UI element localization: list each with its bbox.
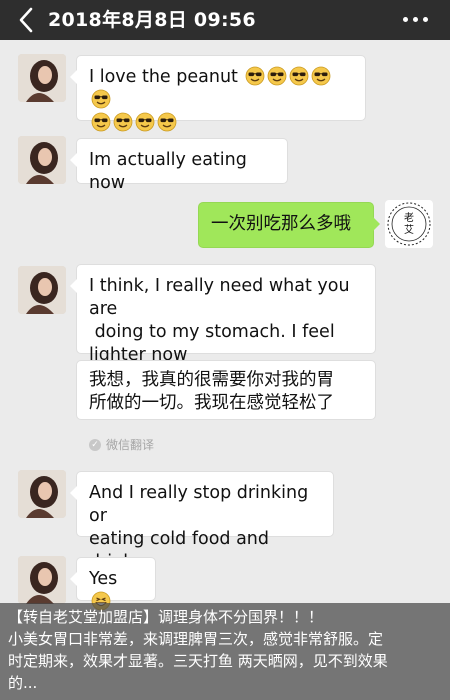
sunglasses-emoji-icon bbox=[268, 66, 287, 86]
translation-line: 所做的一切。我现在感觉轻松了 bbox=[89, 393, 334, 413]
caption-line: 的... bbox=[8, 674, 38, 692]
contact-avatar[interactable] bbox=[18, 54, 66, 102]
message-bubble: I think, I really need what you are doin… bbox=[70, 264, 376, 365]
translation-source: ✓ 微信翻译 bbox=[89, 436, 154, 453]
chat-header: 2018年8月8日 09:56 bbox=[0, 0, 450, 40]
translation-label: 微信翻译 bbox=[106, 438, 155, 452]
message-text: I love the peanut bbox=[89, 67, 238, 87]
caption-line: 小美女胃口非常差，来调理脾胃三次，感觉非常舒服。定 bbox=[8, 630, 384, 648]
sunglasses-emoji-icon bbox=[91, 89, 111, 109]
caption-overlay: 【转自老艾堂加盟店】调理身体不分国界！！！ 小美女胃口非常差，来调理脾胃三次，感… bbox=[0, 603, 450, 700]
sunglasses-emoji-icon bbox=[312, 66, 331, 86]
message-bubble: Yes bbox=[70, 557, 156, 611]
chat-title: 2018年8月8日 09:56 bbox=[48, 9, 256, 31]
sunglasses-emoji-icon bbox=[113, 112, 133, 132]
check-circle-icon: ✓ bbox=[89, 438, 101, 451]
contact-avatar[interactable] bbox=[18, 556, 66, 604]
message-text: Yes bbox=[89, 569, 118, 589]
svg-text:老: 老 bbox=[404, 211, 414, 224]
message-bubble-own: 一次别吃那么多哦 bbox=[198, 202, 380, 248]
message-text: 一次别吃那么多哦 bbox=[211, 214, 351, 234]
message-text: Im actually eating now bbox=[89, 150, 247, 193]
contact-avatar[interactable] bbox=[18, 136, 66, 184]
message-line: And I really stop drinking or bbox=[89, 483, 309, 526]
sunglasses-emoji-icon bbox=[157, 112, 177, 132]
message-line: I think, I really need what you are bbox=[89, 276, 350, 319]
contact-avatar[interactable] bbox=[18, 470, 66, 518]
own-avatar-logo[interactable]: 老 艾 bbox=[385, 200, 433, 248]
message-bubble: Im actually eating now bbox=[70, 138, 288, 193]
translation-card: 我想，我真的很需要你对我的胃 所做的一切。我现在感觉轻松了 ✓ 微信翻译 bbox=[76, 360, 376, 452]
caption-line: 时定期来，效果才显著。三天打鱼 两天晒网，见不到效果 bbox=[8, 652, 388, 670]
message-line: doing to my stomach. I feel bbox=[89, 322, 335, 342]
sunglasses-emoji-icon bbox=[135, 112, 155, 132]
sunglasses-emoji-icon bbox=[290, 66, 309, 86]
contact-avatar[interactable] bbox=[18, 266, 66, 314]
caption-line: 【转自老艾堂加盟店】调理身体不分国界！！！ bbox=[8, 608, 324, 626]
message-bubble: And I really stop drinking or eating col… bbox=[70, 471, 334, 572]
svg-text:艾: 艾 bbox=[404, 224, 414, 236]
more-dots-icon[interactable] bbox=[403, 17, 428, 22]
message-bubble: I love the peanut bbox=[70, 55, 366, 132]
sunglasses-emoji-icon bbox=[91, 112, 111, 132]
translation-line: 我想，我真的很需要你对我的胃 bbox=[89, 370, 334, 390]
sunglasses-emoji-icon bbox=[246, 66, 265, 86]
chevron-left-icon[interactable] bbox=[14, 6, 40, 34]
